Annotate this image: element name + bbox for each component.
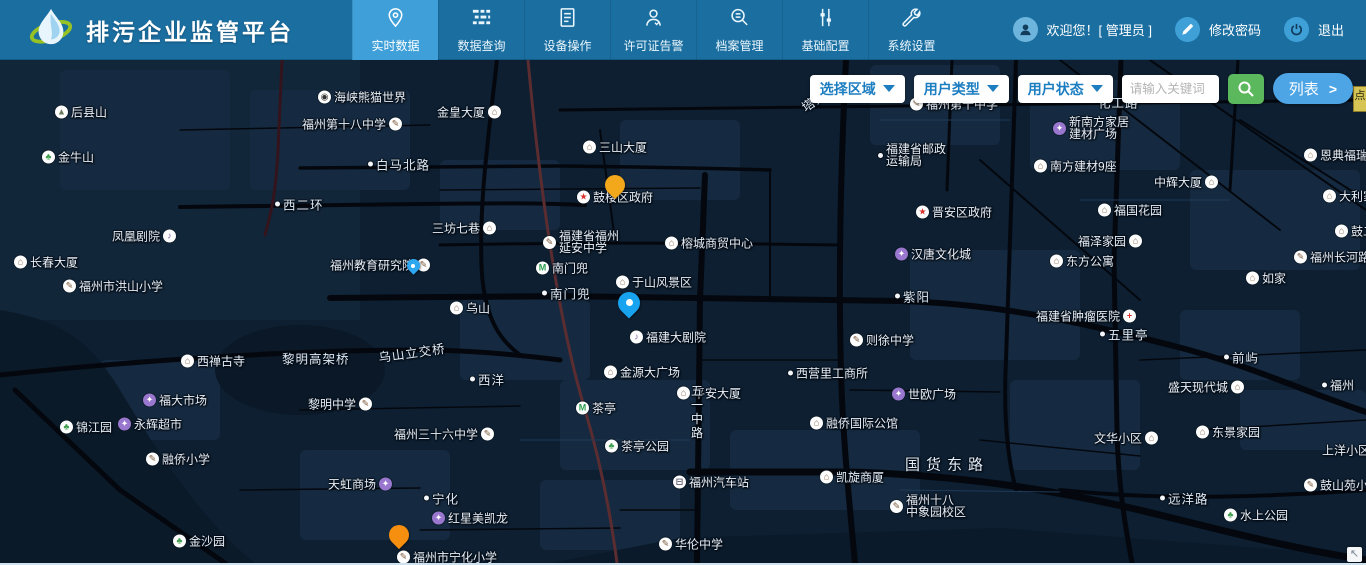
user-type-select[interactable]: 用户类型: [914, 75, 1009, 103]
list-button[interactable]: 列表 >: [1273, 73, 1353, 104]
nav-tab-label: 基础配置: [801, 37, 849, 54]
edit-password-icon[interactable]: [1175, 17, 1200, 42]
user-status-select[interactable]: 用户状态: [1018, 75, 1113, 103]
map-canvas[interactable]: 选择区域 用户类型 用户状态 列表 > 点 ↖ ▲后县山♣金牛山◉海峡熊猫世界福…: [0, 60, 1366, 563]
chevron-down-icon: [1091, 85, 1103, 92]
edge-tab-label: 点: [1355, 87, 1366, 103]
wrench-icon: [900, 6, 923, 34]
avatar: [1013, 17, 1038, 42]
chevron-down-icon: [987, 85, 999, 92]
change-password-link[interactable]: 修改密码: [1209, 20, 1261, 39]
arrow-right-icon: >: [1329, 81, 1337, 97]
marker-center-dot: [626, 299, 633, 306]
list-button-label: 列表: [1289, 78, 1319, 99]
page-title: 排污企业监管平台: [86, 13, 294, 47]
welcome-text: 欢迎您！[ 管理员 ]: [1047, 20, 1152, 39]
map-roads-layer: [0, 60, 1366, 563]
nav-tab-label: 许可证告警: [623, 37, 683, 54]
brand: 排污企业监管平台: [0, 0, 352, 59]
nav-tab-label: 实时数据: [371, 37, 419, 54]
search-button[interactable]: [1228, 74, 1264, 104]
keyword-input[interactable]: [1122, 75, 1219, 103]
chevron-down-icon: [883, 85, 895, 92]
nav-tab-4[interactable]: 许可证告警: [610, 0, 696, 60]
nav-tab-label: 数据查询: [457, 37, 505, 54]
user-check-icon: [642, 6, 665, 34]
sliders-icon: [814, 6, 837, 34]
pin-icon: [384, 6, 407, 34]
nav-tab-5[interactable]: 档案管理: [696, 0, 782, 60]
nav-tab-label: 设备操作: [543, 37, 591, 54]
map-toolbar: 选择区域 用户类型 用户状态 列表 >: [810, 73, 1353, 104]
user-area: 欢迎您！[ 管理员 ] 修改密码 退出: [1013, 0, 1366, 59]
edge-tab[interactable]: 点: [1353, 86, 1366, 112]
marker-center-dot: [411, 264, 415, 268]
region-select-label: 选择区域: [820, 79, 876, 99]
doc-icon: [556, 6, 579, 34]
nav-tab-label: 档案管理: [715, 37, 763, 54]
nav-tab-7[interactable]: 系统设置: [868, 0, 954, 60]
region-select[interactable]: 选择区域: [810, 75, 905, 103]
user-status-select-label: 用户状态: [1028, 79, 1084, 99]
nav-tab-6[interactable]: 基础配置: [782, 0, 868, 60]
logout-icon[interactable]: [1284, 17, 1309, 42]
nav-tab-label: 系统设置: [887, 37, 935, 54]
platform-logo-icon: [28, 6, 74, 53]
nav-tab-3[interactable]: 设备操作: [524, 0, 610, 60]
main-nav: 实时数据 数据查询 设备操作 许可证告警 档案管理 基础配置 系统设置: [352, 0, 954, 60]
search-doc-icon: [728, 6, 751, 34]
user-type-select-label: 用户类型: [924, 79, 980, 99]
nav-tab-2[interactable]: 数据查询: [438, 0, 524, 60]
grid-icon: [470, 6, 493, 34]
logout-link[interactable]: 退出: [1318, 20, 1344, 39]
map-corner-control[interactable]: ↖: [1347, 547, 1362, 562]
top-header: 排污企业监管平台 实时数据 数据查询 设备操作 许可证告警 档案管理 基础配置 系统设置 欢…: [0, 0, 1366, 60]
nav-tab-1[interactable]: 实时数据: [352, 0, 438, 60]
